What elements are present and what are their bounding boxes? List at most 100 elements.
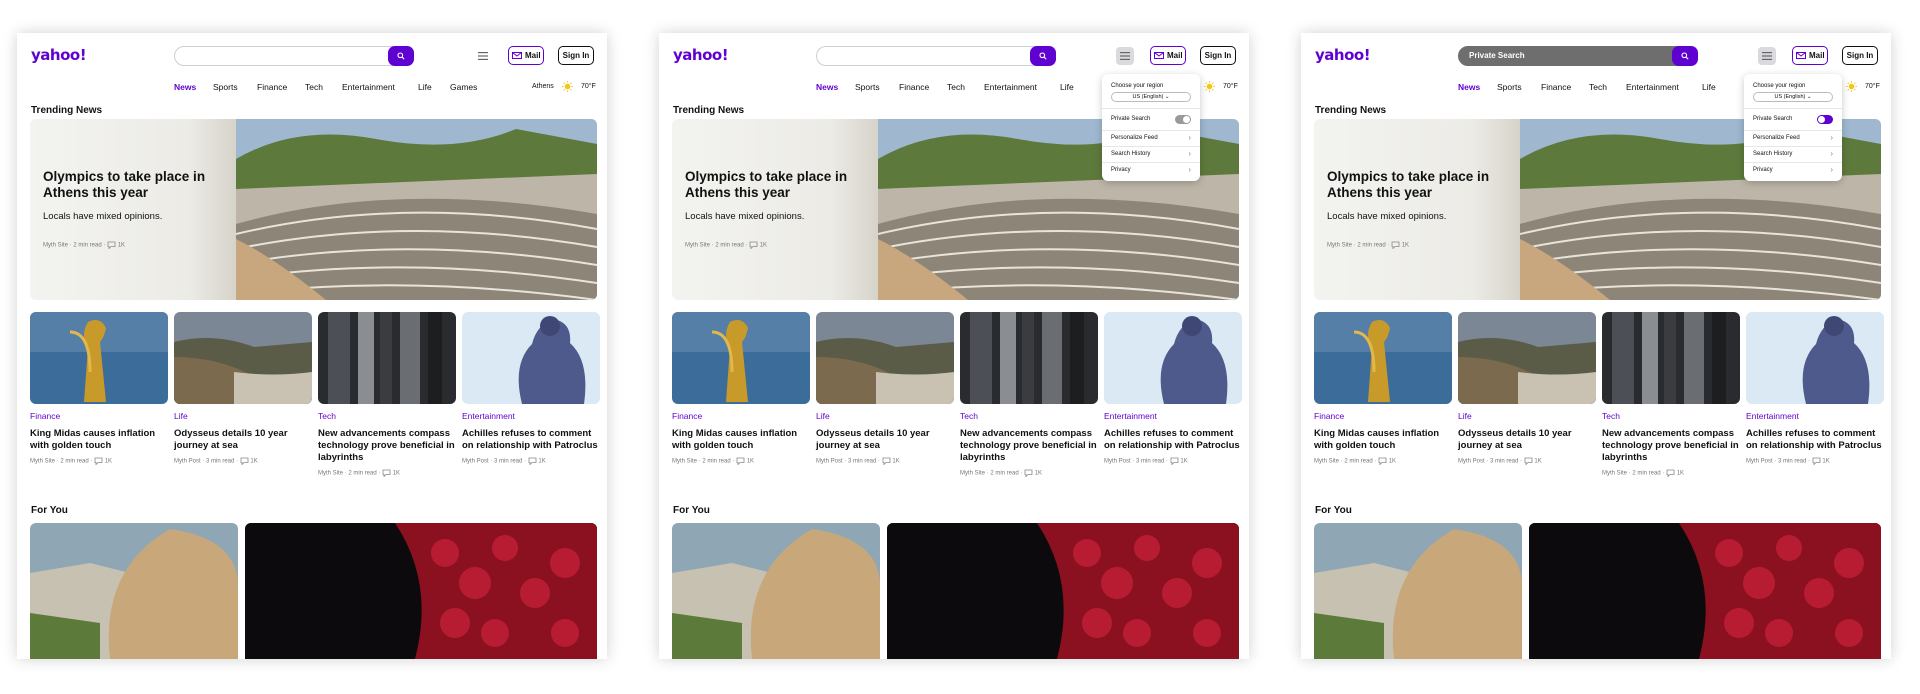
hero-story[interactable]: Olympics to take place in Athens this ye… (30, 119, 597, 300)
nav-tech[interactable]: Tech (1589, 82, 1607, 92)
nav-life[interactable]: Life (418, 82, 432, 92)
private-search-toggle[interactable] (1817, 115, 1833, 124)
story-card-tech[interactable]: Tech New advancements compass technology… (318, 312, 456, 478)
signin-button[interactable]: Sign In (558, 46, 594, 65)
story-card-life[interactable]: Life Odysseus details 10 year journey at… (816, 312, 954, 466)
comment-icon (1378, 457, 1387, 466)
card-category[interactable]: Finance (30, 411, 168, 421)
card-title[interactable]: King Midas causes inflation with golden … (30, 428, 168, 452)
nav-entertainment[interactable]: Entertainment (1626, 82, 1679, 92)
card-title[interactable]: Achilles refuses to comment on relations… (1746, 428, 1884, 452)
card-title[interactable]: New advancements compass technology prov… (1602, 428, 1740, 464)
story-card-entertainment[interactable]: Entertainment Achilles refuses to commen… (1104, 312, 1242, 466)
story-card-finance[interactable]: Finance King Midas causes inflation with… (672, 312, 810, 466)
privacy-row[interactable]: Privacy › (1111, 165, 1191, 177)
card-category[interactable]: Life (174, 411, 312, 421)
nav-games[interactable]: Games (450, 82, 477, 92)
hero-title[interactable]: Olympics to take place in Athens this ye… (1327, 169, 1527, 201)
for-you-story-2[interactable] (245, 523, 597, 659)
menu-button[interactable] (1116, 47, 1134, 65)
nav-sports[interactable]: Sports (855, 82, 880, 92)
card-title[interactable]: King Midas causes inflation with golden … (672, 428, 810, 452)
card-category[interactable]: Entertainment (1746, 411, 1884, 421)
card-title[interactable]: King Midas causes inflation with golden … (1314, 428, 1452, 452)
search-history-row[interactable]: Search History › (1753, 149, 1833, 161)
nav-news[interactable]: News (816, 82, 838, 92)
privacy-row[interactable]: Privacy › (1753, 165, 1833, 177)
for-you-heading: For You (31, 505, 68, 516)
story-card-tech[interactable]: Tech New advancements compass technology… (1602, 312, 1740, 478)
card-title[interactable]: Odysseus details 10 year journey at sea (816, 428, 954, 452)
hero-meta: Myth Site · 2 min read · 1K (685, 241, 767, 250)
nav-news[interactable]: News (1458, 82, 1480, 92)
card-category[interactable]: Entertainment (1104, 411, 1242, 421)
nav-life[interactable]: Life (1060, 82, 1074, 92)
story-card-entertainment[interactable]: Entertainment Achilles refuses to commen… (462, 312, 600, 466)
card-title[interactable]: New advancements compass technology prov… (960, 428, 1098, 464)
search-input[interactable] (816, 46, 1056, 66)
card-category[interactable]: Life (1458, 411, 1596, 421)
nav-finance[interactable]: Finance (1541, 82, 1571, 92)
mail-button[interactable]: Mail (1150, 46, 1186, 65)
search-button[interactable] (1030, 46, 1056, 66)
nav-sports[interactable]: Sports (1497, 82, 1522, 92)
hero-title[interactable]: Olympics to take place in Athens this ye… (43, 169, 243, 201)
nav-tech[interactable]: Tech (947, 82, 965, 92)
card-title[interactable]: New advancements compass technology prov… (318, 428, 456, 464)
story-card-life[interactable]: Life Odysseus details 10 year journey at… (174, 312, 312, 466)
card-category[interactable]: Tech (318, 411, 456, 421)
card-title[interactable]: Achilles refuses to comment on relations… (1104, 428, 1242, 452)
mail-button[interactable]: Mail (1792, 46, 1828, 65)
hero-title[interactable]: Olympics to take place in Athens this ye… (685, 169, 885, 201)
signin-button[interactable]: Sign In (1200, 46, 1236, 65)
yahoo-logo[interactable]: yahoo! (31, 46, 87, 64)
nav-entertainment[interactable]: Entertainment (342, 82, 395, 92)
private-search-row[interactable]: Private Search (1111, 114, 1191, 126)
search-button[interactable] (388, 46, 414, 66)
card-category[interactable]: Life (816, 411, 954, 421)
nav-life[interactable]: Life (1702, 82, 1716, 92)
mail-button[interactable]: Mail (508, 46, 544, 65)
card-category[interactable]: Finance (672, 411, 810, 421)
menu-button[interactable] (1758, 47, 1776, 65)
card-meta: Myth Post · 3 min read · 1K (1746, 457, 1884, 466)
yahoo-logo[interactable]: yahoo! (1315, 46, 1371, 64)
story-card-entertainment[interactable]: Entertainment Achilles refuses to commen… (1746, 312, 1884, 466)
rock-image (30, 523, 238, 659)
for-you-story-2[interactable] (1529, 523, 1881, 659)
card-category[interactable]: Tech (960, 411, 1098, 421)
card-title[interactable]: Odysseus details 10 year journey at sea (174, 428, 312, 452)
signin-button[interactable]: Sign In (1842, 46, 1878, 65)
nav-sports[interactable]: Sports (213, 82, 238, 92)
search-history-row[interactable]: Search History › (1111, 149, 1191, 161)
story-card-finance[interactable]: Finance King Midas causes inflation with… (1314, 312, 1452, 466)
nav-finance[interactable]: Finance (257, 82, 287, 92)
card-category[interactable]: Tech (1602, 411, 1740, 421)
private-search-row[interactable]: Private Search (1753, 114, 1833, 126)
card-title[interactable]: Achilles refuses to comment on relations… (462, 428, 600, 452)
nav-news[interactable]: News (174, 82, 196, 92)
region-select[interactable]: US (English) ⌄ (1111, 92, 1191, 102)
region-select[interactable]: US (English) ⌄ (1753, 92, 1833, 102)
search-input[interactable] (174, 46, 414, 66)
search-input[interactable]: Private Search (1458, 46, 1698, 66)
story-card-finance[interactable]: Finance King Midas causes inflation with… (30, 312, 168, 466)
story-card-tech[interactable]: Tech New advancements compass technology… (960, 312, 1098, 478)
card-category[interactable]: Entertainment (462, 411, 600, 421)
personalize-feed-row[interactable]: Personalize Feed › (1753, 133, 1833, 145)
card-category[interactable]: Finance (1314, 411, 1452, 421)
personalize-feed-row[interactable]: Personalize Feed › (1111, 133, 1191, 145)
for-you-story-1[interactable] (30, 523, 238, 659)
card-title[interactable]: Odysseus details 10 year journey at sea (1458, 428, 1596, 452)
for-you-story-2[interactable] (887, 523, 1239, 659)
for-you-story-1[interactable] (1314, 523, 1522, 659)
for-you-story-1[interactable] (672, 523, 880, 659)
yahoo-logo[interactable]: yahoo! (673, 46, 729, 64)
private-search-toggle[interactable] (1175, 115, 1191, 124)
search-button[interactable] (1672, 46, 1698, 66)
story-card-life[interactable]: Life Odysseus details 10 year journey at… (1458, 312, 1596, 466)
nav-tech[interactable]: Tech (305, 82, 323, 92)
menu-button[interactable] (474, 47, 492, 65)
nav-entertainment[interactable]: Entertainment (984, 82, 1037, 92)
nav-finance[interactable]: Finance (899, 82, 929, 92)
